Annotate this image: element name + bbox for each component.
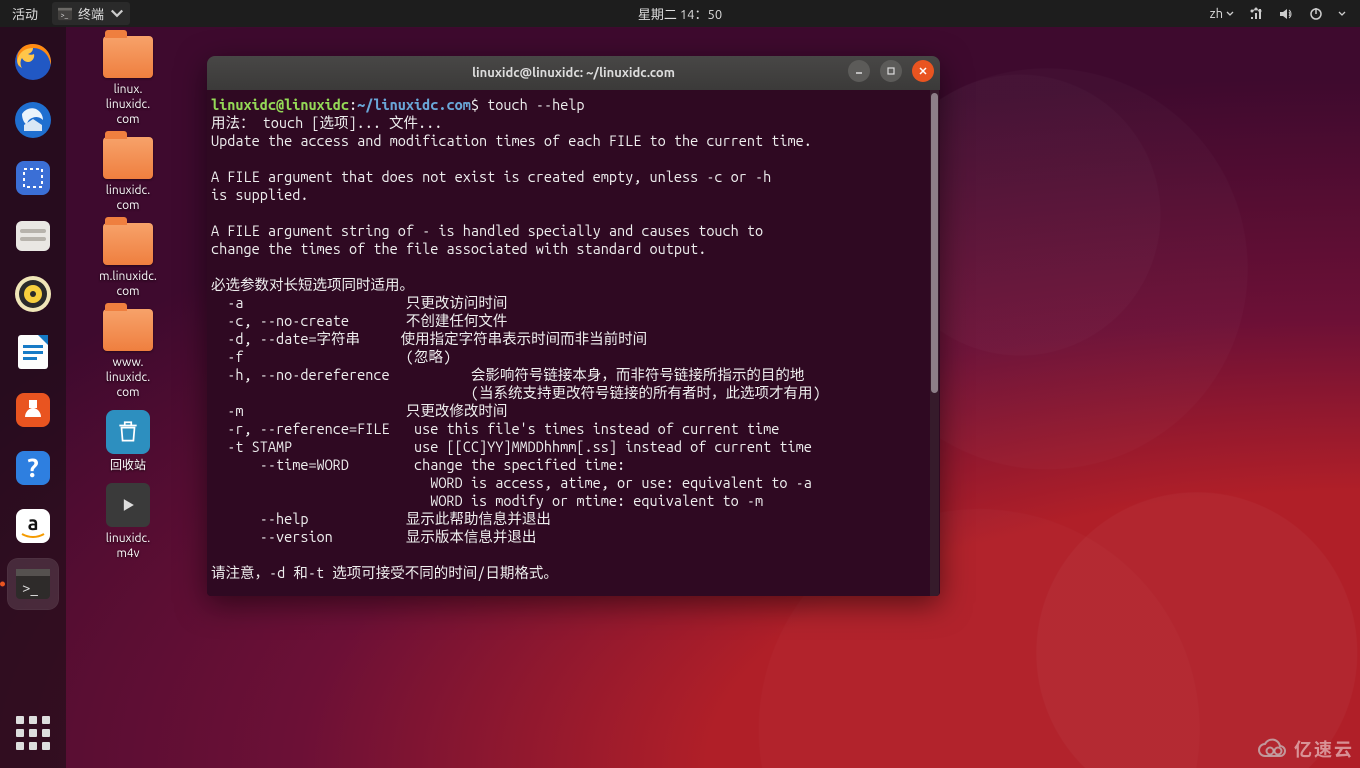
desktop-icon-label: www. linuxidc. com — [106, 355, 150, 400]
dock-screenshot[interactable] — [8, 153, 58, 203]
input-source-label: zh — [1210, 7, 1223, 21]
svg-text:a: a — [28, 511, 39, 534]
dock-rhythmbox[interactable] — [8, 269, 58, 319]
desktop-icon-1[interactable]: linuxidc. com — [78, 137, 178, 213]
video-icon — [106, 483, 150, 527]
show-applications-button[interactable] — [10, 710, 56, 756]
window-titlebar[interactable]: linuxidc@linuxidc: ~/linuxidc.com — [207, 56, 940, 90]
desktop-icon-label: linux. linuxidc. com — [106, 82, 150, 127]
desktop-icon-2[interactable]: m.linuxidc. com — [78, 223, 178, 299]
dock-software[interactable] — [8, 385, 58, 435]
network-icon[interactable] — [1248, 6, 1264, 22]
svg-text:?: ? — [27, 453, 38, 482]
dock-files[interactable] — [8, 211, 58, 261]
clock[interactable]: 星期二 14：50 — [0, 4, 1360, 23]
app-menu-button[interactable]: >_ 终端 — [52, 2, 130, 25]
input-source-button[interactable]: zh — [1210, 7, 1234, 21]
desktop-icon-0[interactable]: linux. linuxidc. com — [78, 36, 178, 127]
terminal-scrollbar[interactable] — [930, 90, 939, 596]
scrollbar-thumb[interactable] — [931, 93, 938, 393]
window-close-button[interactable] — [912, 60, 934, 82]
svg-text:>_: >_ — [61, 11, 69, 19]
window-minimize-button[interactable] — [848, 60, 870, 82]
folder-icon — [103, 137, 153, 179]
folder-icon — [103, 309, 153, 351]
desktop-icon-5[interactable]: linuxidc. m4v — [78, 483, 178, 561]
chevron-down-icon — [1226, 10, 1234, 18]
terminal-icon: >_ — [58, 7, 72, 21]
trash-icon — [106, 410, 150, 454]
watermark: 亿速云 — [1256, 736, 1354, 762]
chevron-down-icon — [110, 7, 124, 21]
folder-icon — [103, 36, 153, 78]
terminal-content[interactable]: linuxidc@linuxidc:~/linuxidc.com$ touch … — [207, 90, 940, 596]
desktop-icon-4[interactable]: 回收站 — [78, 410, 178, 473]
desktop-icon-label: m.linuxidc. com — [99, 269, 157, 299]
app-menu-label: 终端 — [78, 4, 104, 23]
svg-text:>_: >_ — [22, 579, 38, 596]
desktop-icon-label: linuxidc. com — [106, 183, 150, 213]
cloud-icon — [1256, 738, 1290, 760]
chevron-down-icon — [1338, 10, 1346, 18]
desktop-icon-label: 回收站 — [110, 458, 146, 473]
watermark-text: 亿速云 — [1294, 736, 1354, 762]
dock: ? a >_ — [0, 27, 66, 768]
window-title: linuxidc@linuxidc: ~/linuxidc.com — [472, 66, 675, 80]
dock-terminal[interactable]: >_ — [8, 559, 58, 609]
dock-amazon[interactable]: a — [8, 501, 58, 551]
folder-icon — [103, 223, 153, 265]
volume-icon[interactable] — [1278, 6, 1294, 22]
terminal-window: linuxidc@linuxidc: ~/linuxidc.com linuxi… — [207, 56, 940, 596]
dock-libreoffice-writer[interactable] — [8, 327, 58, 377]
activities-button[interactable]: 活动 — [12, 4, 38, 23]
power-icon[interactable] — [1308, 6, 1324, 22]
desktop-icons: linux. linuxidc. com linuxidc. com m.linux… — [78, 36, 178, 571]
dock-help[interactable]: ? — [8, 443, 58, 493]
desktop-icon-label: linuxidc. m4v — [106, 531, 150, 561]
desktop-icon-3[interactable]: www. linuxidc. com — [78, 309, 178, 400]
top-panel: 活动 >_ 终端 星期二 14：50 zh — [0, 0, 1360, 27]
window-maximize-button[interactable] — [880, 60, 902, 82]
dock-thunderbird[interactable] — [8, 95, 58, 145]
dock-firefox[interactable] — [8, 37, 58, 87]
